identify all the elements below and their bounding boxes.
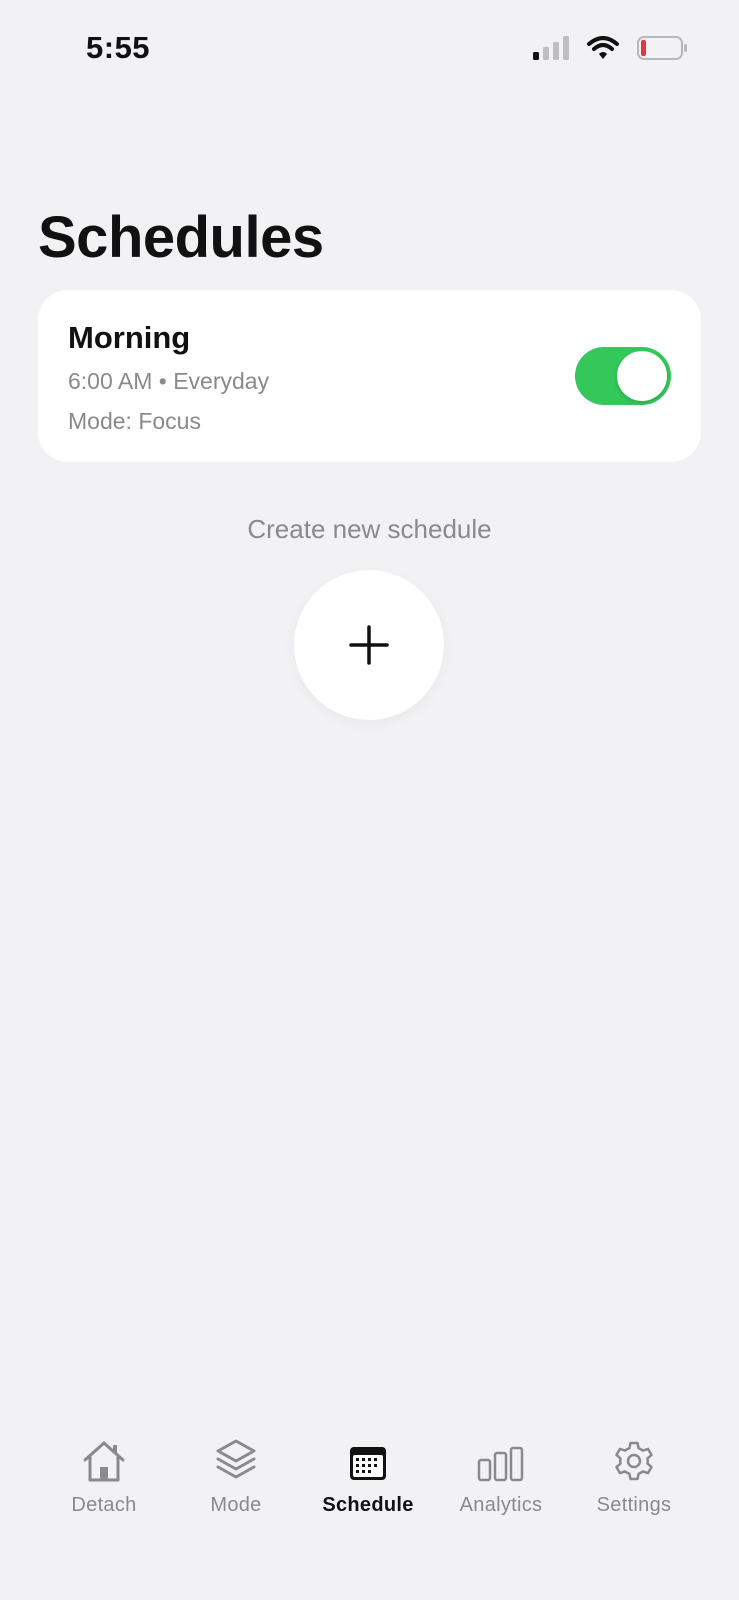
- tab-bar: Detach Mode Schedule Analytics Settings: [0, 1430, 739, 1550]
- tab-schedule[interactable]: Schedule: [303, 1430, 433, 1540]
- schedule-card-morning[interactable]: Morning 6:00 AM • Everyday Mode: Focus: [38, 290, 701, 462]
- status-icons: [533, 36, 689, 60]
- tab-label: Mode: [210, 1494, 262, 1516]
- page-title: Schedules: [38, 205, 324, 270]
- tab-label: Analytics: [459, 1494, 543, 1516]
- tab-detach[interactable]: Detach: [39, 1430, 169, 1540]
- schedule-mode: Mode: Focus: [68, 408, 201, 434]
- tab-label: Detach: [71, 1494, 137, 1516]
- home-icon: [83, 1441, 125, 1482]
- schedule-name: Morning: [68, 320, 191, 355]
- create-schedule-label: Create new schedule: [247, 514, 492, 544]
- status-time: 5:55: [86, 30, 151, 65]
- battery-low-icon: [637, 36, 687, 60]
- create-schedule-button[interactable]: [294, 570, 444, 720]
- tab-settings[interactable]: Settings: [569, 1430, 699, 1540]
- tab-mode[interactable]: Mode: [171, 1430, 301, 1540]
- bar-chart-icon: [477, 1446, 524, 1482]
- layers-icon: [216, 1439, 256, 1479]
- tab-analytics[interactable]: Analytics: [436, 1430, 566, 1540]
- calendar-icon: [350, 1447, 386, 1480]
- plus-icon: [349, 625, 389, 665]
- schedule-time-repeat: 6:00 AM • Everyday: [68, 368, 270, 394]
- gear-icon: [615, 1441, 653, 1481]
- schedule-enabled-toggle[interactable]: [575, 347, 671, 405]
- tab-label: Schedule: [322, 1494, 414, 1516]
- tab-label: Settings: [596, 1494, 672, 1516]
- status-bar: 5:55: [0, 0, 739, 100]
- wifi-icon: [587, 36, 619, 59]
- toggle-knob: [617, 351, 667, 401]
- cellular-signal-icon: [533, 36, 569, 60]
